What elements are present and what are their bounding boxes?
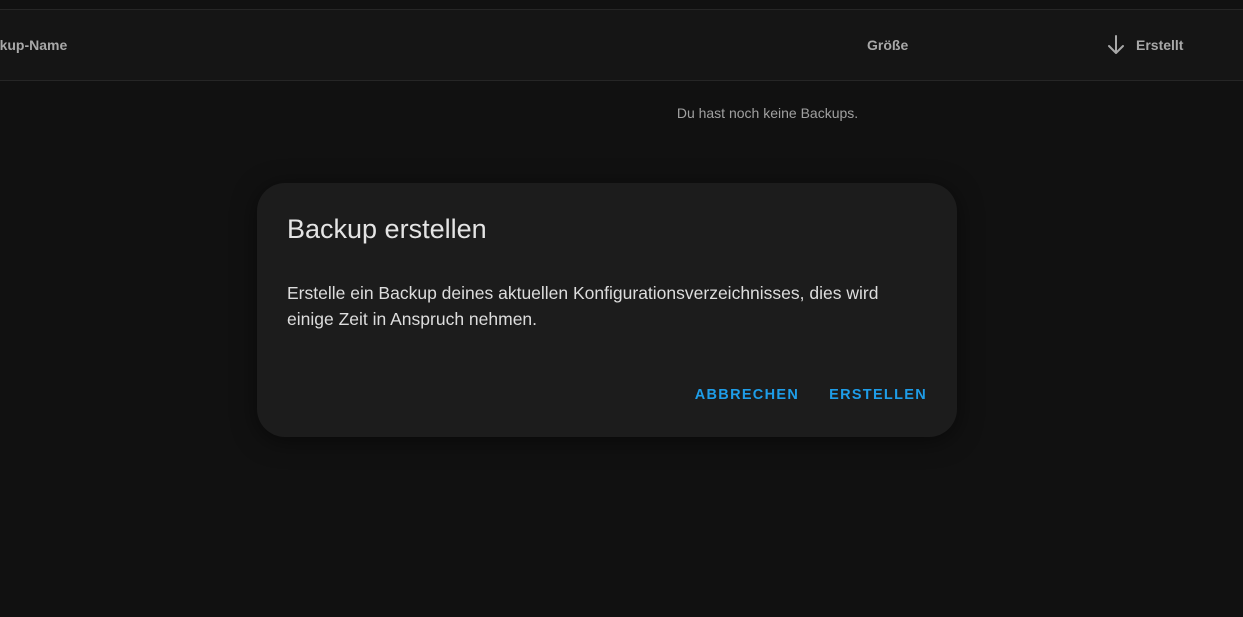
dialog-body-text: Erstelle ein Backup deines aktuellen Kon… — [287, 283, 879, 329]
dialog-actions: ABBRECHEN ERSTELLEN — [695, 387, 927, 403]
column-header-created-label: Erstellt — [1136, 37, 1184, 53]
create-backup-dialog: Backup erstellen Erstelle ein Backup dei… — [257, 183, 957, 437]
column-header-backup-name[interactable]: ackup-Name — [0, 37, 67, 53]
cancel-button[interactable]: ABBRECHEN — [695, 387, 799, 403]
column-header-size[interactable]: Größe — [867, 37, 908, 53]
dialog-title: Backup erstellen — [287, 214, 487, 244]
arrow-down-icon — [1108, 35, 1124, 54]
backup-page: ackup-Name Größe Erstellt Du hast noch k… — [0, 0, 1243, 617]
table-header: ackup-Name Größe Erstellt — [0, 10, 1243, 81]
column-header-created[interactable]: Erstellt — [1104, 32, 1183, 58]
empty-state-message: Du hast noch keine Backups. — [676, 105, 859, 121]
create-button[interactable]: ERSTELLEN — [829, 387, 927, 403]
